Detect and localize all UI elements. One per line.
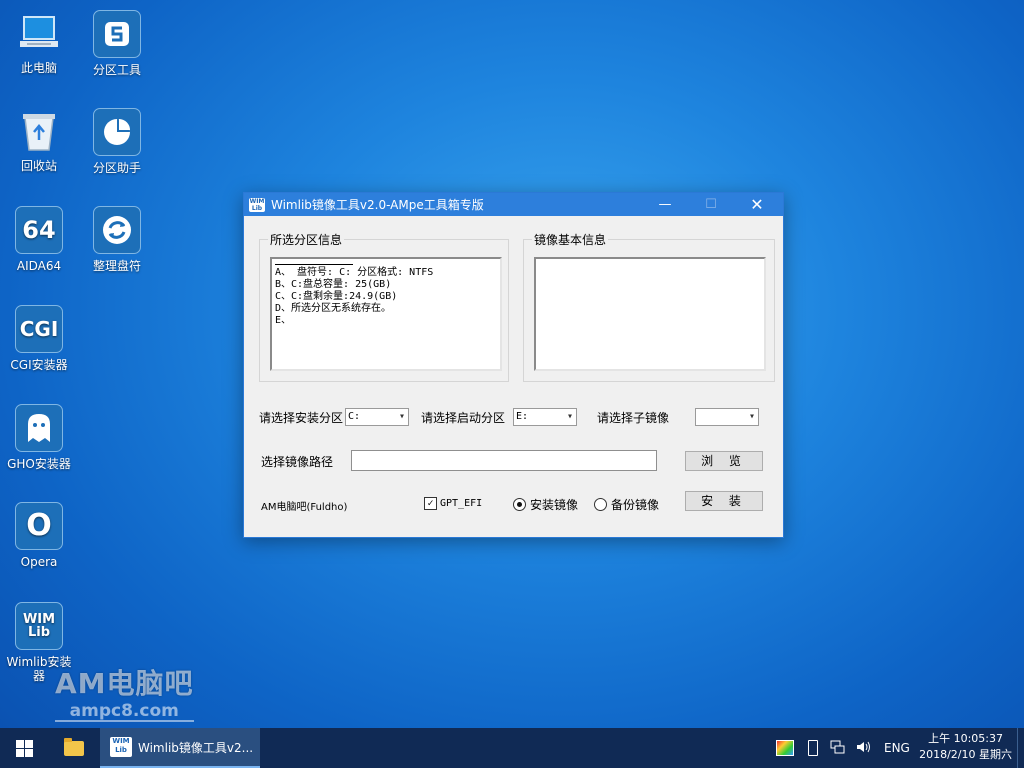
partition-assistant-icon bbox=[93, 108, 141, 156]
radio-unselected-icon bbox=[594, 498, 607, 511]
network-icon[interactable] bbox=[830, 740, 846, 757]
radio-install-label: 安装镜像 bbox=[530, 498, 579, 512]
wimlib-app-icon: WIM Lib bbox=[110, 737, 132, 757]
chevron-down-icon: ▾ bbox=[748, 411, 755, 422]
desktop-icon-drive-letter[interactable]: 整理盘符 bbox=[78, 206, 156, 273]
cgi-icon: CGI bbox=[15, 305, 63, 353]
ghost-icon bbox=[15, 404, 63, 452]
desktop-icon-partition-tool[interactable]: 分区工具 bbox=[78, 10, 156, 77]
partition-info-textbox[interactable]: A、 盘符号: C: 分区格式: NTFS B、C:盘总容量: 25(GB) C… bbox=[270, 257, 502, 371]
system-tray: ENG bbox=[776, 728, 910, 768]
footer-label: AM电脑吧(Fuldho) bbox=[261, 502, 348, 513]
desktop-icon-label: 此电脑 bbox=[20, 61, 57, 75]
partition-info-group: 所选分区信息 A、 盘符号: C: 分区格式: NTFS B、C:盘总容量: 2… bbox=[259, 231, 509, 382]
partition-info-line: B、C:盘总容量: 25(GB) bbox=[275, 279, 392, 290]
install-button[interactable]: 安 装 bbox=[685, 491, 763, 511]
taskbar-clock[interactable]: 上午 10:05:37 2018/2/10 星期六 bbox=[919, 731, 1012, 763]
desktop-icon-this-pc[interactable]: 此电脑 bbox=[0, 10, 78, 75]
boot-partition-select[interactable]: E: ▾ bbox=[513, 408, 577, 426]
chevron-down-icon: ▾ bbox=[398, 411, 405, 422]
desktop-icon-gho[interactable]: GHO安装器 bbox=[0, 404, 78, 471]
image-path-label: 选择镜像路径 bbox=[261, 455, 334, 469]
language-indicator[interactable]: ENG bbox=[884, 741, 910, 755]
folder-icon bbox=[64, 737, 84, 756]
chevron-down-icon: ▾ bbox=[566, 411, 573, 422]
browse-button[interactable]: 浏 览 bbox=[685, 451, 763, 471]
desktop-icon-cgi[interactable]: CGI CGI安装器 bbox=[0, 305, 78, 372]
taskbar-app-label: Wimlib镜像工具v2... bbox=[138, 740, 254, 755]
image-info-label: 镜像基本信息 bbox=[532, 231, 609, 248]
watermark-logo: AM电脑吧 ampc8.com bbox=[55, 662, 194, 722]
close-button[interactable]: ✕ bbox=[734, 193, 780, 216]
windows-logo-icon bbox=[15, 739, 33, 757]
desktop-icon-opera[interactable]: O Opera bbox=[0, 502, 78, 569]
install-partition-select[interactable]: C: ▾ bbox=[345, 408, 409, 426]
volume-icon[interactable] bbox=[856, 740, 872, 757]
color-palette-icon[interactable] bbox=[776, 740, 794, 756]
partition-info-line: C、C:盘剩余量:24.9(GB) bbox=[275, 291, 398, 302]
taskbar: WIM Lib Wimlib镜像工具v2... ENG 上午 10:05:37 2… bbox=[0, 728, 1024, 768]
show-desktop-button[interactable] bbox=[1017, 728, 1024, 768]
radio-backup-label: 备份镜像 bbox=[611, 498, 660, 512]
window-titlebar[interactable]: WIM Lib Wimlib镜像工具v2.0-AMpe工具箱专版 — ☐ ✕ bbox=[244, 193, 783, 216]
usb-icon[interactable] bbox=[808, 740, 818, 756]
partition-info-line: A、 盘符号: C: 分区格式: NTFS bbox=[275, 267, 434, 278]
watermark-url: ampc8.com bbox=[55, 702, 194, 722]
desktop-icon-label: CGI安装器 bbox=[10, 358, 68, 372]
desktop-icon-label: GHO安装器 bbox=[7, 457, 71, 471]
checkmark-icon: ✓ bbox=[424, 497, 437, 510]
minimize-button[interactable]: — bbox=[642, 193, 688, 216]
wimlib-app-icon: WIM Lib bbox=[249, 197, 265, 212]
watermark-title: AM电脑吧 bbox=[55, 667, 194, 700]
desktop-icon-label: 整理盘符 bbox=[92, 259, 141, 273]
taskbar-wimlib-app[interactable]: WIM Lib Wimlib镜像工具v2... bbox=[100, 728, 260, 768]
desktop-icon-label: Opera bbox=[20, 555, 58, 569]
image-path-input[interactable] bbox=[351, 450, 657, 471]
file-explorer-button[interactable] bbox=[50, 728, 98, 768]
image-info-textbox[interactable] bbox=[534, 257, 766, 371]
desktop-icon-partition-assistant[interactable]: 分区助手 bbox=[78, 108, 156, 175]
desktop-icon-aida64[interactable]: 64 AIDA64 bbox=[0, 206, 78, 273]
start-button[interactable] bbox=[0, 728, 48, 768]
partition-info-label: 所选分区信息 bbox=[268, 231, 345, 248]
partition-tool-icon bbox=[93, 10, 141, 58]
desktop-icon-label: 分区助手 bbox=[92, 161, 141, 175]
recycle-bin-icon bbox=[16, 108, 62, 154]
opera-icon: O bbox=[15, 502, 63, 550]
clock-date: 2018/2/10 星期六 bbox=[919, 748, 1012, 761]
partition-info-line: E、 bbox=[275, 315, 292, 326]
clock-time: 上午 10:05:37 bbox=[928, 732, 1003, 745]
refresh-icon bbox=[93, 206, 141, 254]
radio-selected-icon bbox=[513, 498, 526, 511]
radio-backup-image[interactable]: 备份镜像 bbox=[594, 496, 659, 513]
desktop-icon-label: AIDA64 bbox=[16, 259, 62, 273]
window-title: Wimlib镜像工具v2.0-AMpe工具箱专版 bbox=[271, 198, 484, 212]
gpt-efi-label: GPT_EFI bbox=[440, 498, 483, 509]
partition-info-line: D、所选分区无系统存在。 bbox=[275, 303, 392, 314]
desktop-icon-recycle-bin[interactable]: 回收站 bbox=[0, 108, 78, 173]
sub-image-label: 请选择子镜像 bbox=[597, 411, 670, 425]
wimlib-window: WIM Lib Wimlib镜像工具v2.0-AMpe工具箱专版 — ☐ ✕ 所选… bbox=[243, 192, 784, 538]
desktop-icon-label: 回收站 bbox=[20, 159, 57, 173]
boot-partition-label: 请选择启动分区 bbox=[421, 411, 506, 425]
install-partition-label: 请选择安装分区 bbox=[259, 411, 344, 425]
maximize-button[interactable]: ☐ bbox=[688, 193, 734, 216]
wimlib-icon: WIM Lib bbox=[15, 602, 63, 650]
image-info-group: 镜像基本信息 bbox=[523, 231, 775, 382]
desktop-icon-label: 分区工具 bbox=[92, 63, 141, 77]
sub-image-select[interactable]: ▾ bbox=[695, 408, 759, 426]
aida64-icon: 64 bbox=[15, 206, 63, 254]
computer-icon bbox=[16, 10, 62, 56]
gpt-efi-checkbox[interactable]: ✓ GPT_EFI bbox=[424, 497, 482, 510]
radio-install-image[interactable]: 安装镜像 bbox=[513, 496, 578, 513]
